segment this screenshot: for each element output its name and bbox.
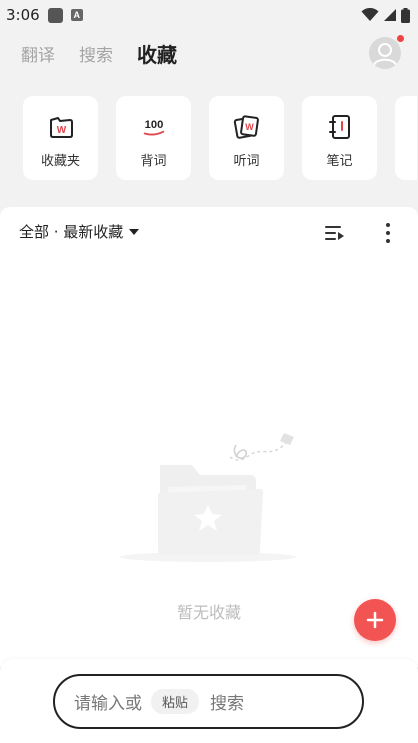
tools-row: W 收藏夹 100 背词 W 听词 笔记: [23, 96, 417, 180]
notification-app-icon: [47, 7, 63, 23]
tool-memorize[interactable]: 100 背词: [116, 96, 191, 180]
status-time: 3:06: [6, 6, 40, 24]
filter-dropdown[interactable]: 全部 · 最新收藏: [19, 221, 140, 242]
tool-notes[interactable]: 笔记: [302, 96, 377, 180]
hundred-icon: 100: [140, 113, 168, 141]
svg-text:W: W: [56, 125, 66, 136]
wifi-icon: [361, 8, 379, 21]
paste-button[interactable]: 粘贴: [151, 689, 200, 714]
notebook-icon: [326, 113, 354, 141]
avatar[interactable]: [369, 37, 401, 69]
notification-a-icon: A: [70, 9, 83, 21]
folder-w-icon: W: [47, 113, 75, 141]
tool-label: 听词: [233, 154, 260, 169]
tab-search[interactable]: 搜索: [79, 41, 113, 66]
tool-label: 背词: [140, 154, 167, 169]
tab-translate[interactable]: 翻译: [21, 41, 55, 66]
status-indicators: [361, 7, 410, 23]
search-placeholder-suffix: 搜索: [210, 694, 245, 714]
tool-label: 收藏夹: [40, 154, 80, 169]
playlist-play-icon: [325, 226, 344, 240]
tab-favorites[interactable]: 收藏: [137, 39, 177, 68]
top-tab-bar: 翻译 搜索 收藏: [0, 36, 418, 70]
search-input[interactable]: 请输入或 粘贴 搜索: [53, 674, 364, 729]
favorites-panel: 全部 · 最新收藏 暂无收藏: [0, 207, 418, 667]
bottom-search-area: 请输入或 粘贴 搜索: [0, 659, 418, 743]
signal-icon: [384, 9, 396, 21]
tool-more-partial[interactable]: [395, 96, 417, 180]
cards-w-icon: W: [233, 113, 261, 141]
svg-text:W: W: [245, 122, 254, 132]
search-placeholder-prefix: 请输入或: [74, 694, 142, 714]
playlist-play-button[interactable]: [324, 223, 346, 243]
empty-folder-star-icon: [120, 433, 296, 562]
battery-icon: [401, 7, 410, 23]
status-bar: 3:06 A: [0, 0, 418, 30]
notification-dot: [397, 35, 404, 42]
svg-text:100: 100: [144, 119, 163, 131]
tool-listen[interactable]: W 听词: [209, 96, 284, 180]
caret-down-icon: [129, 228, 140, 235]
user-icon: [373, 43, 397, 66]
more-vertical-icon: [386, 223, 390, 243]
add-button[interactable]: [354, 599, 396, 641]
empty-illustration: [110, 429, 310, 569]
filter-label: 全部 · 最新收藏: [19, 223, 124, 241]
plus-icon: [366, 611, 384, 629]
more-button[interactable]: [384, 221, 392, 245]
tool-folders[interactable]: W 收藏夹: [23, 96, 98, 180]
tool-label: 笔记: [326, 154, 353, 169]
